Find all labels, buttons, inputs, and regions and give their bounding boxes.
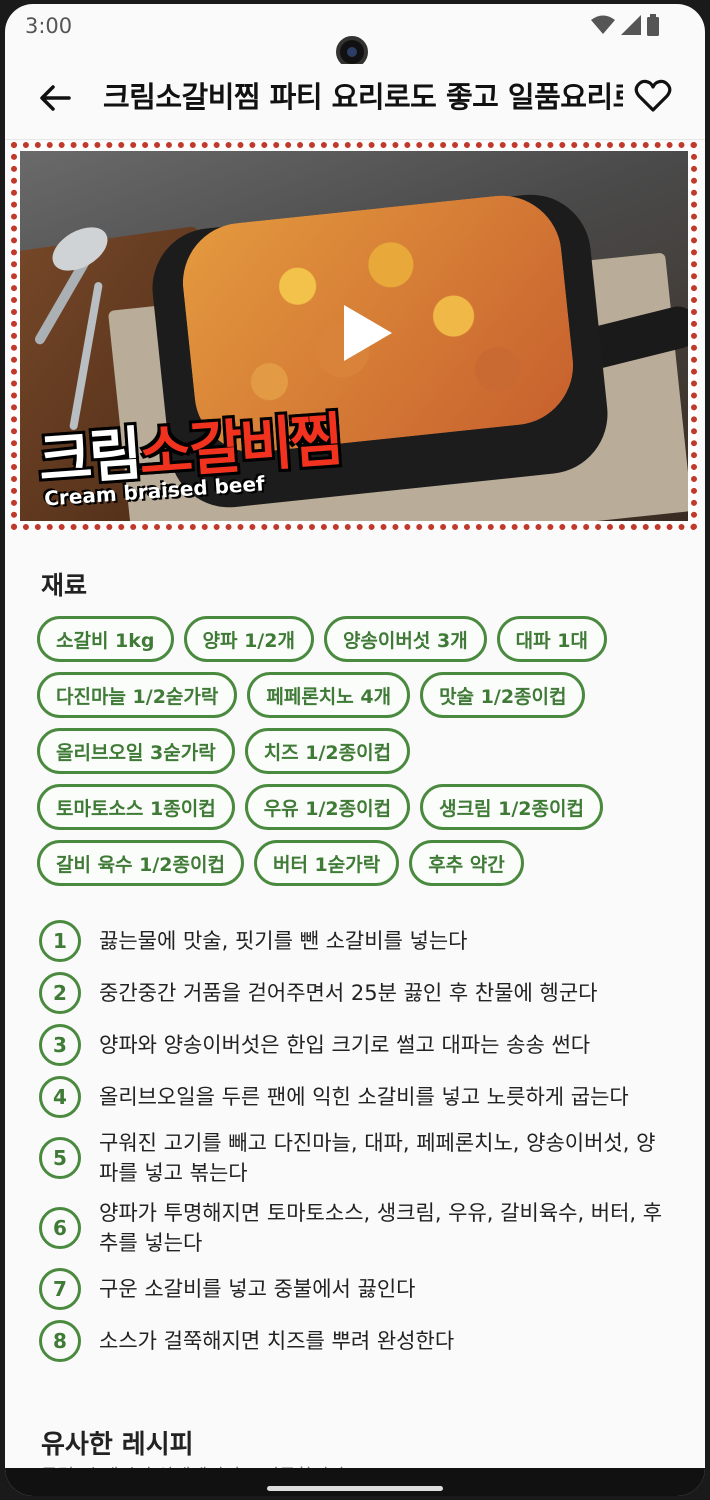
step-text: 양파가 투명해지면 토마토소스, 생크림, 우유, 갈비육수, 버터, 후추를 …: [99, 1201, 663, 1255]
ingredient-chip[interactable]: 버터 1숟가락: [253, 840, 400, 886]
ingredient-chip[interactable]: 토마토소스 1종이컵: [37, 784, 235, 830]
step-number: 4: [39, 1076, 81, 1118]
app-bar: 크림소갈비찜 파티 요리로도 좋고 일품요리로도 좋은 크림소갈비찜: [5, 64, 705, 140]
ingredient-chip[interactable]: 맛술 1/2종이컵: [420, 672, 586, 718]
step-number: 6: [39, 1207, 81, 1249]
ingredient-chip[interactable]: 소갈비 1kg: [37, 616, 174, 662]
status-icons: [591, 14, 659, 36]
step-item: 1 끓는물에 맛술, 핏기를 뺀 소갈비를 넣는다: [39, 920, 669, 962]
chip-row: 토마토소스 1종이컵 우유 1/2종이컵 생크림 1/2종이컵: [37, 784, 667, 830]
ingredient-chip[interactable]: 갈비 육수 1/2종이컵: [37, 840, 244, 886]
step-text: 양파와 양송이버섯은 한입 크기로 썰고 대파는 송송 썬다: [99, 1033, 591, 1057]
step-text: 구운 소갈비를 넣고 중불에서 끓인다: [99, 1277, 416, 1301]
video-image: 크림소갈비찜 Cream braised beef: [20, 151, 688, 521]
ingredient-chip[interactable]: 올리브오일 3숟가락: [37, 728, 235, 774]
step-number: 1: [39, 920, 81, 962]
chip-row: 갈비 육수 1/2종이컵 버터 1숟가락 후추 약간: [37, 840, 667, 886]
page-title: 크림소갈비찜 파티 요리로도 좋고 일품요리로도 좋은 크림소갈비찜: [103, 80, 623, 114]
video-thumbnail[interactable]: 크림소갈비찜 Cream braised beef: [11, 142, 697, 530]
navigation-bar: [5, 1468, 705, 1496]
wifi-icon: [591, 15, 615, 34]
heart-icon[interactable]: [633, 76, 673, 116]
ingredient-chip[interactable]: 대파 1대: [496, 616, 607, 662]
step-item: 6 양파가 투명해지면 토마토소스, 생크림, 우유, 갈비육수, 버터, 후추…: [39, 1198, 669, 1258]
step-item: 4 올리브오일을 두른 팬에 익힌 소갈비를 넣고 노릇하게 굽는다: [39, 1076, 669, 1118]
step-item: 3 양파와 양송이버섯은 한입 크기로 썰고 대파는 송송 썬다: [39, 1024, 669, 1066]
step-text: 구워진 고기를 빼고 다진마늘, 대파, 페페론치노, 양송이버섯, 양파를 넣…: [99, 1131, 656, 1185]
home-gesture-bar[interactable]: [267, 1486, 443, 1491]
step-text: 중간중간 거품을 걷어주면서 25분 끓인 후 찬물에 헹군다: [99, 981, 598, 1005]
step-number: 3: [39, 1024, 81, 1066]
phone-screen: 3:00 크림소갈비찜 파티 요리로도 좋고 일품요리로도 좋은 크림소갈비찜: [5, 4, 705, 1496]
step-number: 5: [39, 1137, 81, 1179]
step-item: 2 중간중간 거품을 걷어주면서 25분 끓인 후 찬물에 헹군다: [39, 972, 669, 1014]
chip-row: 올리브오일 3숟가락 치즈 1/2종이컵: [37, 728, 667, 774]
ingredient-chip[interactable]: 후추 약간: [409, 840, 524, 886]
step-text: 소스가 걸쭉해지면 치즈를 뿌려 완성한다: [99, 1329, 455, 1353]
chip-row: 소갈비 1kg 양파 1/2개 양송이버섯 3개 대파 1대: [37, 616, 667, 662]
ingredient-chip[interactable]: 생크림 1/2종이컵: [420, 784, 603, 830]
step-text: 올리브오일을 두른 팬에 익힌 소갈비를 넣고 노릇하게 굽는다: [99, 1085, 629, 1109]
ingredient-chip[interactable]: 양송이버섯 3개: [323, 616, 487, 662]
step-item: 7 구운 소갈비를 넣고 중불에서 끓인다: [39, 1268, 669, 1310]
similar-recipes-title: 유사한 레시피: [41, 1430, 194, 1460]
page-title-container: 크림소갈비찜 파티 요리로도 좋고 일품요리로도 좋은 크림소갈비찜: [103, 74, 623, 120]
step-number: 2: [39, 972, 81, 1014]
recipe-steps: 1 끓는물에 맛술, 핏기를 뺀 소갈비를 넣는다 2 중간중간 거품을 걷어주…: [39, 920, 669, 1372]
step-item: 8 소스가 걸쭉해지면 치즈를 뿌려 완성한다: [39, 1320, 669, 1362]
step-number: 7: [39, 1268, 81, 1310]
ingredients-title: 재료: [41, 571, 88, 600]
ingredient-chip[interactable]: 치즈 1/2종이컵: [244, 728, 411, 774]
chip-row: 다진마늘 1/2숟가락 페페론치노 4개 맛술 1/2종이컵: [37, 672, 667, 718]
ingredient-chips: 소갈비 1kg 양파 1/2개 양송이버섯 3개 대파 1대 다진마늘 1/2숟…: [37, 616, 667, 896]
ingredient-chip[interactable]: 우유 1/2종이컵: [244, 784, 411, 830]
ingredient-chip[interactable]: 양파 1/2개: [183, 616, 314, 662]
ingredient-chip[interactable]: 페페론치노 4개: [247, 672, 411, 718]
back-arrow-icon[interactable]: [35, 78, 75, 118]
step-text: 끓는물에 맛술, 핏기를 뺀 소갈비를 넣는다: [99, 929, 468, 953]
ingredient-chip[interactable]: 다진마늘 1/2숟가락: [37, 672, 238, 718]
status-time: 3:00: [25, 14, 73, 38]
signal-icon: [621, 15, 641, 35]
step-number: 8: [39, 1320, 81, 1362]
play-icon[interactable]: [340, 301, 396, 365]
battery-icon: [647, 14, 659, 36]
step-item: 5 구워진 고기를 빼고 다진마늘, 대파, 페페론치노, 양송이버섯, 양파를…: [39, 1128, 669, 1188]
